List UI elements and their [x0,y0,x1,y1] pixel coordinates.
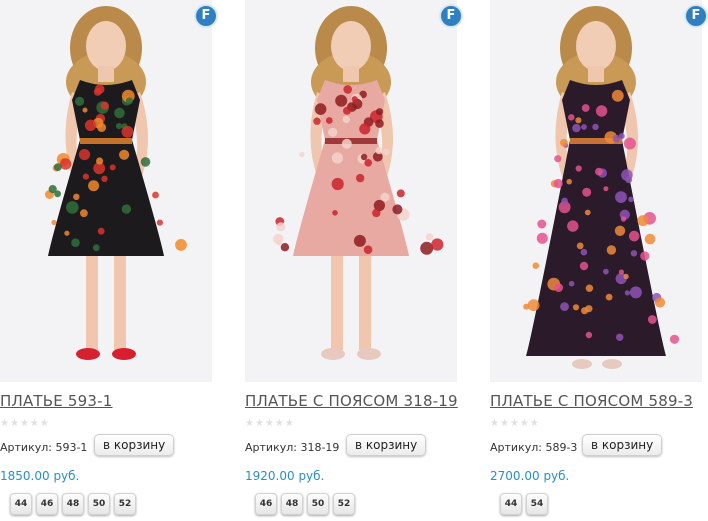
star-icon: ★ [19,418,30,429]
size-list: 44 46 48 50 52 [10,493,136,515]
size-list: 44 54 [500,493,548,515]
product-card: F ПЛАТЬЕ С ПОЯСОМ 589-3 ★★★★★ Артикул: 5… [490,0,708,521]
product-sku: Артикул: 589-3 [490,441,578,454]
brand-logo-icon: F [194,4,218,28]
size-option[interactable]: 50 [307,493,329,515]
size-option[interactable]: 48 [62,493,84,515]
star-icon: ★ [490,418,500,429]
star-icon: ★ [9,418,20,429]
product-title-link[interactable]: ПЛАТЬЕ С ПОЯСОМ 589-3 [490,392,693,410]
brand-logo-icon: F [684,4,708,28]
product-title-link[interactable]: ПЛАТЬЕ С ПОЯСОМ 318-19 [245,392,458,410]
star-icon: ★ [499,418,510,429]
size-option[interactable]: 48 [281,493,303,515]
star-icon: ★ [254,418,265,429]
star-icon: ★ [274,418,285,429]
star-icon: ★ [0,418,10,429]
size-option[interactable]: 46 [255,493,277,515]
rating-stars: ★★★★★ [490,418,540,429]
product-sku: Артикул: 318-19 [245,441,340,454]
rating-stars: ★★★★★ [245,418,295,429]
product-price: 2700.00 руб. [490,469,570,483]
size-option[interactable]: 52 [114,493,136,515]
star-icon: ★ [245,418,255,429]
product-price: 1850.00 руб. [0,469,80,483]
star-icon: ★ [284,418,295,429]
rating-stars: ★★★★★ [0,418,50,429]
size-list: 46 48 50 52 [255,493,355,515]
star-icon: ★ [509,418,520,429]
brand-logo-icon: F [439,4,463,28]
star-icon: ★ [264,418,275,429]
add-to-cart-button[interactable]: в корзину [346,434,427,456]
size-option[interactable]: 44 [500,493,522,515]
size-option[interactable]: 52 [333,493,355,515]
size-option[interactable]: 50 [88,493,110,515]
size-option[interactable]: 54 [526,493,548,515]
add-to-cart-button[interactable]: в корзину [94,434,175,456]
product-photo[interactable] [0,0,212,382]
product-card: F ПЛАТЬЕ С ПОЯСОМ 318-19 ★★★★★ Артикул: … [245,0,467,521]
product-title-link[interactable]: ПЛАТЬЕ 593-1 [0,392,113,410]
star-icon: ★ [39,418,50,429]
size-option[interactable]: 44 [10,493,32,515]
star-icon: ★ [519,418,530,429]
product-price: 1920.00 руб. [245,469,325,483]
product-sku: Артикул: 593-1 [0,441,88,454]
product-photo[interactable] [245,0,457,382]
star-icon: ★ [29,418,40,429]
product-photo[interactable] [490,0,702,382]
star-icon: ★ [529,418,540,429]
product-card: F ПЛАТЬЕ 593-1 ★★★★★ Артикул: 593-1 в ко… [0,0,222,521]
add-to-cart-button[interactable]: в корзину [582,434,663,456]
size-option[interactable]: 46 [36,493,58,515]
